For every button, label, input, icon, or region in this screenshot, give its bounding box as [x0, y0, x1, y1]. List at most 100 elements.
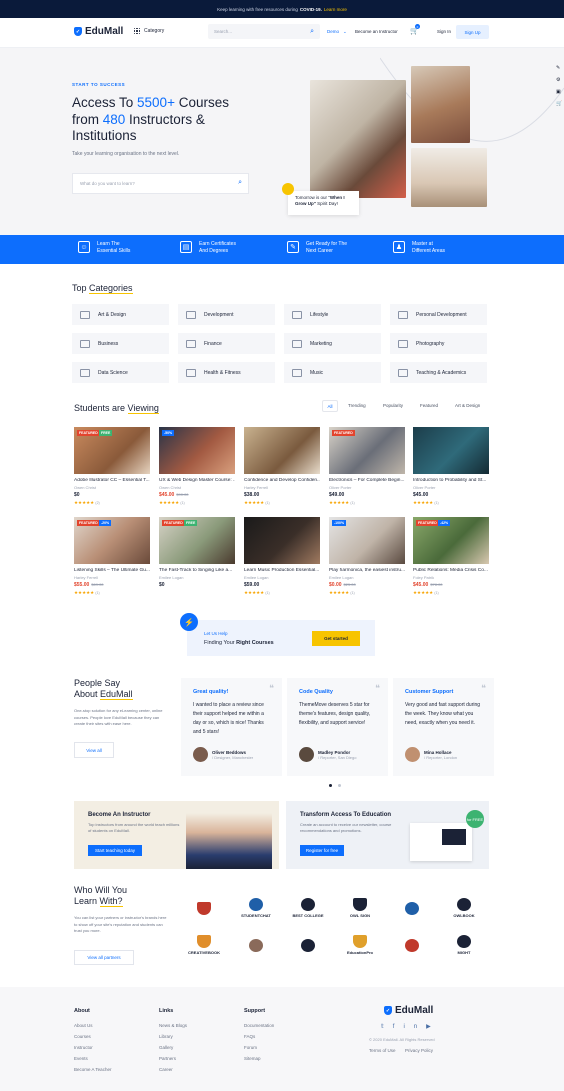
footer-link[interactable]: Instructor	[74, 1042, 111, 1053]
category-photography[interactable]: Photography	[390, 333, 487, 354]
educationpro-logo[interactable]: EducationPro	[342, 931, 378, 959]
footer-link[interactable]: Documentation	[244, 1020, 274, 1031]
view-all-testimonials-button[interactable]: View all	[74, 742, 114, 758]
tab-trending[interactable]: Trending	[348, 403, 366, 408]
tab-popularity[interactable]: Popularity	[383, 403, 403, 408]
category-lifestyle[interactable]: Lifestyle	[284, 304, 381, 325]
cart-button[interactable]: 🛒 0	[410, 24, 420, 35]
footer-link[interactable]: About Us	[74, 1020, 111, 1031]
course-thumbnail[interactable]: FEATURED FREE	[159, 517, 235, 564]
category-menu-button[interactable]: Category	[134, 28, 164, 34]
course-author[interactable]: Emilee Logan	[329, 575, 405, 580]
course-card[interactable]: FEATURED Electronics – For Complete Begin…	[329, 427, 405, 506]
tab-featured[interactable]: Featured	[420, 403, 438, 408]
footer-link[interactable]: Become A Teacher	[74, 1064, 111, 1075]
course-author[interactable]: Foley Patrik	[413, 575, 489, 580]
twitter-icon[interactable]: 𝕥	[381, 1024, 393, 1030]
course-thumbnail[interactable]	[244, 517, 320, 564]
view-all-partners-button[interactable]: View all partners	[74, 950, 134, 965]
sign-in-link[interactable]: Sign In	[437, 29, 451, 34]
get-started-button[interactable]: Get started	[312, 631, 360, 646]
course-thumbnail[interactable]: FEATURED -42%	[413, 517, 489, 564]
category-business[interactable]: Business	[72, 333, 169, 354]
creativebook-logo[interactable]: CREATIVEBOOK	[186, 931, 222, 959]
course-title[interactable]: Introduction to Probability and St...	[413, 478, 489, 483]
site-logo[interactable]: ✓ EduMall	[74, 26, 123, 37]
course-title[interactable]: Play harmonica, the easiest instru...	[329, 568, 405, 573]
crest-logo[interactable]	[394, 894, 430, 922]
course-author[interactable]: Emilee Logan	[159, 575, 235, 580]
category-teaching-academics[interactable]: Teaching & Academics	[390, 362, 487, 383]
category-personal-development[interactable]: Personal Development	[390, 304, 487, 325]
side-tool-icons[interactable]: ✎ ⚙ ▣ 🛒	[556, 62, 562, 110]
course-title[interactable]: Electronics – For Complete Begin...	[329, 478, 405, 483]
footer-link[interactable]: FAQs	[244, 1031, 274, 1042]
nav-become-instructor[interactable]: Become an Instructor	[355, 29, 398, 34]
youtube-icon[interactable]: ▶	[426, 1024, 440, 1030]
learn-more-link[interactable]: Learn more	[324, 7, 347, 12]
category-music[interactable]: Music	[284, 362, 381, 383]
course-thumbnail[interactable]: FEATURED -20%	[74, 517, 150, 564]
terms-link[interactable]: Terms of Use	[369, 1048, 396, 1053]
shield-badge-logo[interactable]	[186, 894, 222, 922]
owlbook-logo[interactable]: OWLBOOK	[446, 894, 482, 922]
course-title[interactable]: UX & Web Design Master Course: ...	[159, 478, 235, 483]
course-card[interactable]: Confidence and Develop Confiden... Harley…	[244, 427, 320, 506]
footer-link[interactable]: Career	[159, 1064, 187, 1075]
might-logo[interactable]: MIGHT	[446, 931, 482, 959]
course-thumbnail[interactable]: -50%	[159, 427, 235, 474]
footer-link[interactable]: Courses	[74, 1031, 111, 1042]
course-thumbnail[interactable]: FEATURED	[329, 427, 405, 474]
course-author[interactable]: Oliver Porter	[329, 485, 405, 490]
footer-link[interactable]: News & Blogs	[159, 1020, 187, 1031]
course-card[interactable]: FEATURED -20% Listening Skills – The Ultim…	[74, 517, 150, 596]
start-teaching-button[interactable]: Start teaching today	[88, 845, 142, 856]
course-card[interactable]: -100% Play harmonica, the easiest instru.…	[329, 517, 405, 596]
course-author[interactable]: Owen Christ	[159, 485, 235, 490]
footer-link[interactable]: Partners	[159, 1053, 187, 1064]
register-free-button[interactable]: Register for free	[300, 845, 344, 856]
course-thumbnail[interactable]: FEATURED FREE	[74, 427, 150, 474]
carousel-dot-active[interactable]	[329, 784, 332, 787]
course-card[interactable]: -50% UX & Web Design Master Course: ... Ow…	[159, 427, 235, 506]
sign-up-button[interactable]: Sign Up	[456, 25, 489, 39]
footer-logo[interactable]: ✓ EduMall	[384, 1005, 433, 1016]
course-title[interactable]: Adobe Illustrator CC – Essential T...	[74, 478, 150, 483]
footer-link[interactable]: Sitemap	[244, 1053, 274, 1064]
course-author[interactable]: Emilee Logan	[244, 575, 320, 580]
best-college-logo[interactable]: BEST COLLEGE	[290, 894, 326, 922]
course-author[interactable]: Harley Ferrell	[244, 485, 320, 490]
course-card[interactable]: FEATURED FREE Adobe Illustrator CC – Essen…	[74, 427, 150, 506]
studentchat-logo[interactable]: STUDENTCHAT	[238, 894, 274, 922]
footer-link[interactable]: Events	[74, 1053, 111, 1064]
knight-logo[interactable]	[290, 931, 326, 959]
tab-art-design[interactable]: Art & Design	[455, 403, 480, 408]
owl-sign-logo[interactable]: OWL SIGN	[342, 894, 378, 922]
course-author[interactable]: Owen Christ	[74, 485, 150, 490]
category-finance[interactable]: Finance	[178, 333, 275, 354]
university-logo[interactable]	[394, 931, 430, 959]
course-title[interactable]: Learn Music Production Essential...	[244, 568, 320, 573]
category-marketing[interactable]: Marketing	[284, 333, 381, 354]
linkedin-icon[interactable]: in	[403, 1024, 426, 1030]
course-thumbnail[interactable]	[244, 427, 320, 474]
course-title[interactable]: Listening Skills – The Ultimate Gu...	[74, 568, 150, 573]
academy-logo[interactable]	[238, 931, 274, 959]
search-icon[interactable]: ⌕	[310, 28, 314, 35]
course-card[interactable]: Introduction to Probability and St... Oli…	[413, 427, 489, 506]
category-art-design[interactable]: Art & Design	[72, 304, 169, 325]
footer-link[interactable]: Library	[159, 1031, 187, 1042]
course-author[interactable]: Harley Ferrell	[74, 575, 150, 580]
tab-all[interactable]: All	[322, 400, 338, 412]
course-card[interactable]: Learn Music Production Essential... Emile…	[244, 517, 320, 596]
category-development[interactable]: Development	[178, 304, 275, 325]
footer-link[interactable]: Forum	[244, 1042, 274, 1053]
nav-demo[interactable]: Demo	[327, 29, 339, 34]
hero-search-input[interactable]: What do you want to learn? ⌕	[72, 173, 249, 194]
course-title[interactable]: The Fast-Track to Singing Like a...	[159, 568, 235, 573]
course-title[interactable]: Confidence and Develop Confiden...	[244, 478, 320, 483]
footer-link[interactable]: Gallery	[159, 1042, 187, 1053]
course-thumbnail[interactable]	[413, 427, 489, 474]
course-card[interactable]: FEATURED FREE The Fast-Track to Singing Li…	[159, 517, 235, 588]
search-icon[interactable]: ⌕	[238, 179, 242, 187]
